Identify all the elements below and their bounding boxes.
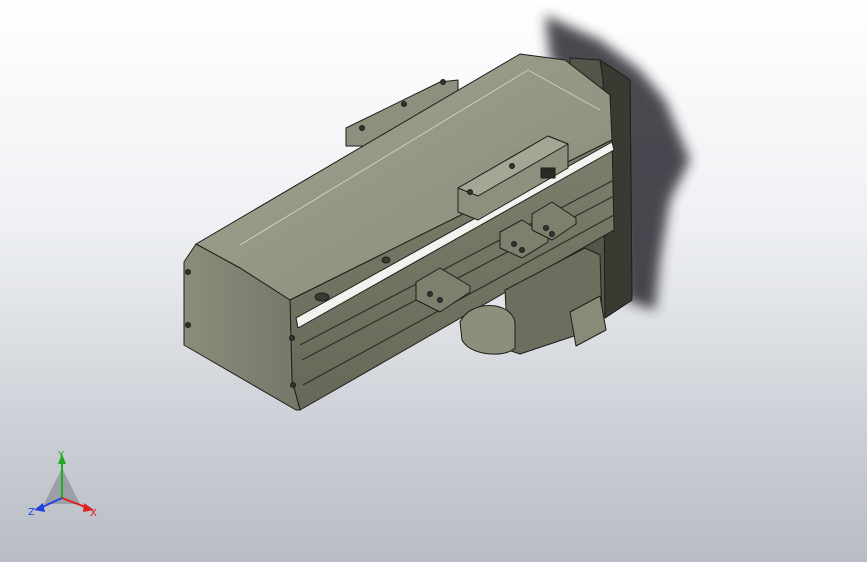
y-axis-label: Y	[57, 450, 65, 461]
end-plate-hole	[185, 269, 191, 275]
carriage-hole	[509, 163, 515, 169]
model-view[interactable]	[0, 0, 867, 562]
bracket-hole	[519, 247, 525, 253]
limit-sensor[interactable]	[540, 167, 556, 179]
end-plate-hole	[185, 322, 191, 328]
coordinate-triad: Y X Z	[28, 448, 104, 520]
linear-actuator-model[interactable]	[183, 53, 633, 411]
motor-coupling[interactable]	[459, 305, 516, 355]
carriage-hole	[467, 189, 473, 195]
bracket-hole	[549, 231, 555, 237]
mount-hole	[440, 79, 446, 85]
bracket-hole	[427, 291, 433, 297]
top-hole	[314, 292, 330, 302]
top-hole	[381, 256, 391, 264]
x-axis-label: X	[90, 508, 97, 519]
mount-hole	[359, 125, 365, 131]
z-axis-arrow	[34, 503, 45, 512]
mount-hole	[401, 101, 407, 107]
bracket-hole	[543, 225, 549, 231]
end-plate-hole	[289, 335, 295, 341]
bracket-hole	[437, 297, 443, 303]
end-plate-hole	[290, 382, 296, 388]
z-axis-label: Z	[28, 507, 35, 518]
bracket-hole	[511, 241, 517, 247]
graphics-viewport[interactable]: Y X Z	[0, 0, 867, 562]
